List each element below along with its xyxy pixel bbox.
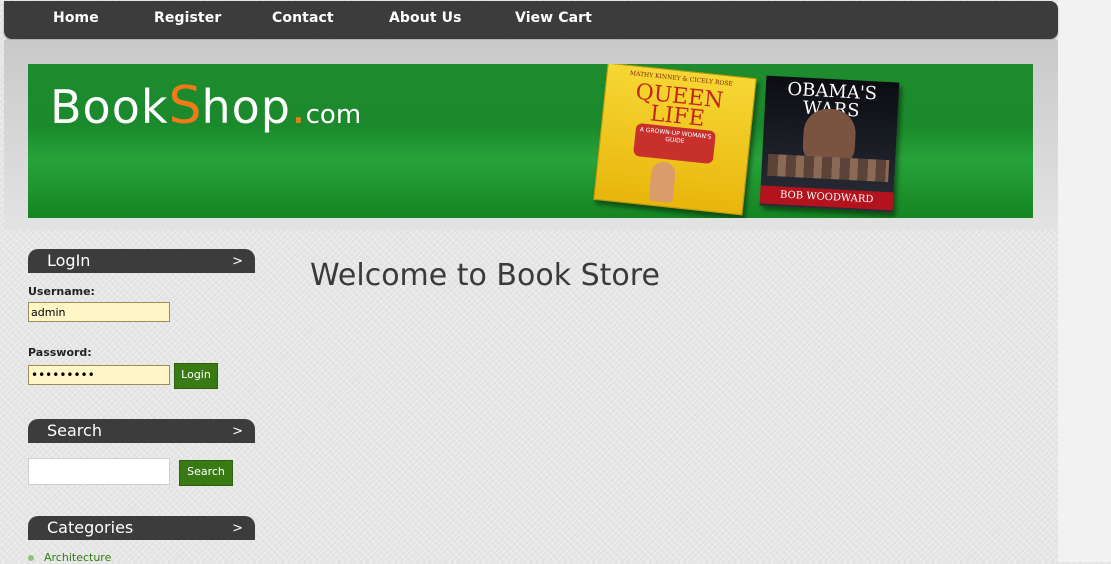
search-title: Search xyxy=(47,421,102,440)
nav-home-link[interactable]: Home xyxy=(53,10,99,26)
book-cover-obamas-wars: OBAMA'S WARS BOB WOODWARD xyxy=(759,75,900,213)
search-button[interactable]: Search xyxy=(179,460,233,486)
book-cover-queen-life: MATHY KINNEY & CICELY ROSE QUEEN LIFE A … xyxy=(593,64,757,216)
search-box-header: Search > xyxy=(28,419,255,443)
search-input[interactable] xyxy=(28,458,170,485)
site-banner: BookShop.com MATHY KINNEY & CICELY ROSE … xyxy=(28,64,1033,218)
bullet-icon xyxy=(28,555,34,561)
top-navigation: Home Register Contact About Us View Cart xyxy=(4,1,1058,39)
categories-arrow-icon: > xyxy=(232,521,243,536)
category-item-architecture[interactable]: Architecture xyxy=(28,551,111,564)
password-label: Password: xyxy=(28,346,92,359)
username-input[interactable] xyxy=(28,302,170,322)
nav-contact-link[interactable]: Contact xyxy=(272,10,334,26)
categories-box-header: Categories > xyxy=(28,516,255,540)
welcome-heading: Welcome to Book Store xyxy=(310,258,660,293)
login-button[interactable]: Login xyxy=(174,363,218,389)
login-box-header: LogIn > xyxy=(28,249,255,273)
nav-view-cart-link[interactable]: View Cart xyxy=(515,10,592,26)
nav-about-link[interactable]: About Us xyxy=(389,10,462,26)
login-arrow-icon: > xyxy=(232,254,243,269)
categories-title: Categories xyxy=(47,518,134,537)
password-input[interactable]: ••••••••• xyxy=(28,365,170,385)
right-edge-strip xyxy=(1058,0,1111,562)
bookshop-logo[interactable]: BookShop.com xyxy=(50,76,361,136)
nav-register-link[interactable]: Register xyxy=(154,10,221,26)
login-title: LogIn xyxy=(47,251,91,270)
cover-crowd xyxy=(767,153,890,183)
search-arrow-icon: > xyxy=(232,424,243,439)
cover-figure xyxy=(648,160,677,204)
username-label: Username: xyxy=(28,285,95,298)
